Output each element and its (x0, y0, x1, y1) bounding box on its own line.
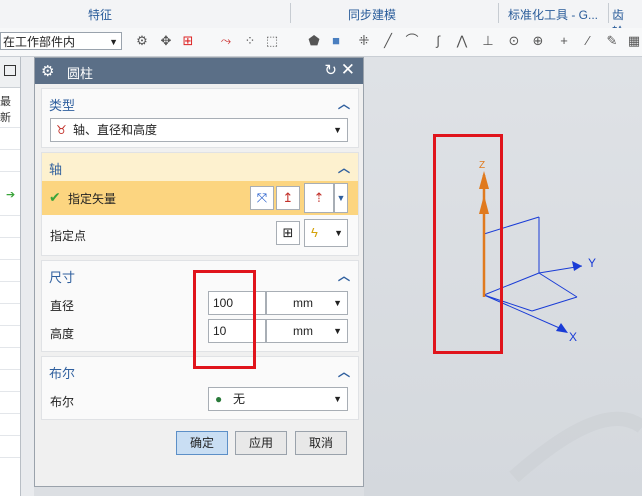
reset-icon[interactable]: ↻ (324, 61, 337, 79)
boolean-dropdown[interactable]: ● 无 ▼ (208, 387, 348, 411)
chevron-up-icon[interactable]: ︿ (338, 159, 350, 176)
intersection-icon[interactable]: ⊥ (480, 33, 496, 49)
snap-icon[interactable]: ✥ (158, 33, 174, 49)
selection-toolbar: 在工作部件内 ▼ ⚙ ✥ ⊞ ⤳ ⁘ ⬚ ⬟ ■ ⁜ ╱ ⌒ ∫ ⋀ ⊥ ⊙ ⊕… (0, 28, 642, 57)
filter-icon[interactable]: ⚙ (134, 33, 150, 49)
navigator-update-column: 最新 (0, 96, 11, 124)
diameter-unit-dropdown[interactable]: mm ▼ (266, 291, 348, 315)
boolean-none-icon: ● (215, 392, 223, 406)
resource-bar-gutter (21, 57, 34, 496)
x-axis-arrowhead (556, 323, 568, 333)
cross-icon[interactable]: + (556, 33, 572, 49)
dialog-title: 圆柱 (67, 66, 94, 81)
chevron-up-icon[interactable]: ︿ (338, 95, 350, 112)
view-icon[interactable]: ⬟ (306, 33, 322, 49)
cancel-button[interactable]: 取消 (295, 431, 347, 455)
arc-icon[interactable]: ⌒ (404, 33, 420, 49)
line-icon[interactable]: ╱ (380, 33, 396, 49)
chevron-up-icon[interactable]: ︿ (338, 363, 350, 380)
solid-icon[interactable]: ■ (328, 33, 344, 49)
height-unit-dropdown[interactable]: mm ▼ (266, 319, 348, 343)
y-axis-arrowhead (572, 261, 582, 271)
type-section-header[interactable]: 类型 ︿ (42, 89, 358, 117)
window-square-icon[interactable] (4, 65, 16, 76)
ok-button[interactable]: 确定 (176, 431, 228, 455)
chevron-down-icon: ▼ (333, 298, 342, 308)
apply-button[interactable]: 应用 (235, 431, 287, 455)
specify-point-label: 指定点 (50, 229, 87, 243)
point-inferred-dropdown[interactable]: ϟ ▼ (304, 219, 348, 247)
diameter-unit-value: mm (293, 296, 313, 310)
viewport-canvas (479, 171, 642, 483)
lightning-icon: ϟ (311, 225, 318, 240)
diameter-label: 直径 (50, 299, 75, 313)
close-icon[interactable]: ✕ (341, 60, 355, 80)
type-section-label: 类型 (49, 98, 76, 113)
vector-inferred-icon[interactable]: ⇡ (304, 183, 334, 213)
status-check-icon: ➔ (6, 189, 16, 201)
scatter-icon[interactable]: ⁜ (356, 33, 372, 49)
annotation-vector-box (433, 134, 503, 354)
type-dropdown-value: 轴、直径和高度 (73, 123, 158, 137)
chevron-down-icon: ▼ (109, 37, 118, 47)
boolean-dropdown-value: 无 (233, 392, 246, 406)
boolean-section-label: 布尔 (49, 366, 76, 381)
grid-icon[interactable]: ▦ (626, 33, 642, 49)
type-dropdown[interactable]: ♉ 轴、直径和高度 ▼ (50, 118, 348, 142)
graphics-viewport[interactable]: Z Y X (364, 57, 642, 496)
dimensions-section-label: 尺寸 (49, 270, 76, 285)
spline-icon[interactable]: ∫ (430, 33, 446, 49)
select-all-icon[interactable]: ⁘ (242, 33, 258, 49)
tangent-icon[interactable]: ∕ (580, 33, 596, 49)
checkmark-icon: ✔ (49, 189, 61, 205)
specify-vector-label: 指定矢量 (68, 192, 117, 206)
cylinder-type-icon: ♉ (56, 123, 67, 137)
chevron-up-icon[interactable]: ︿ (338, 267, 350, 284)
polyline-icon[interactable]: ⋀ (454, 33, 470, 49)
y-axis-label: Y (588, 256, 597, 270)
gear-icon[interactable]: ⚙ (41, 62, 54, 80)
pencil-icon[interactable]: ✎ (604, 33, 620, 49)
reverse-direction-icon[interactable]: ⤧ (250, 186, 274, 210)
ribbon-group-standard-tools[interactable]: 标准化工具 - G... (508, 6, 598, 23)
ribbon-group-features[interactable]: 特征 (88, 6, 112, 23)
dialog-title-bar: ⚙ 圆柱 ↻ ✕ (35, 58, 363, 84)
selection-scope-dropdown[interactable]: 在工作部件内 ▼ (0, 32, 122, 50)
point-snap-icon[interactable]: ⊞ (180, 33, 196, 49)
point-dialog-icon[interactable]: ⊞ (276, 221, 300, 245)
curve-rule-icon[interactable]: ⤳ (218, 33, 234, 49)
vector-dialog-icon[interactable]: ↥ (276, 186, 300, 210)
annotation-highlight-box (193, 270, 256, 369)
rectangle-select-icon[interactable]: ⬚ (264, 33, 280, 49)
center-icon[interactable]: ⊙ (506, 33, 522, 49)
chevron-down-icon[interactable]: ▼ (334, 183, 348, 213)
axis-section: 轴 ︿ ✔ 指定矢量 ⤧ ↥ ⇡ ▼ 指定点 ⊞ ϟ ▼ (41, 152, 359, 256)
chevron-down-icon: ▼ (334, 228, 343, 238)
chevron-down-icon: ▼ (333, 125, 342, 135)
axis-section-header[interactable]: 轴 ︿ (42, 153, 358, 181)
chevron-down-icon: ▼ (333, 326, 342, 336)
ribbon-group-sync-modeling[interactable]: 同步建模 (348, 6, 396, 23)
navigator-header (0, 57, 20, 88)
x-axis-label: X (569, 330, 578, 344)
part-navigator: 最新 ➔ (0, 57, 21, 496)
chevron-down-icon: ▼ (333, 394, 342, 404)
axis-section-label: 轴 (49, 162, 63, 177)
type-section: 类型 ︿ ♉ 轴、直径和高度 ▼ (41, 88, 359, 148)
quadrant-icon[interactable]: ⊕ (530, 33, 546, 49)
height-label: 高度 (50, 327, 75, 341)
selection-scope-value: 在工作部件内 (3, 35, 76, 49)
boolean-label: 布尔 (50, 395, 75, 409)
height-unit-value: mm (293, 324, 313, 338)
watermark-swirl (509, 411, 642, 483)
ribbon: 特征 同步建模 标准化工具 - G... 齿轮... (0, 0, 642, 39)
